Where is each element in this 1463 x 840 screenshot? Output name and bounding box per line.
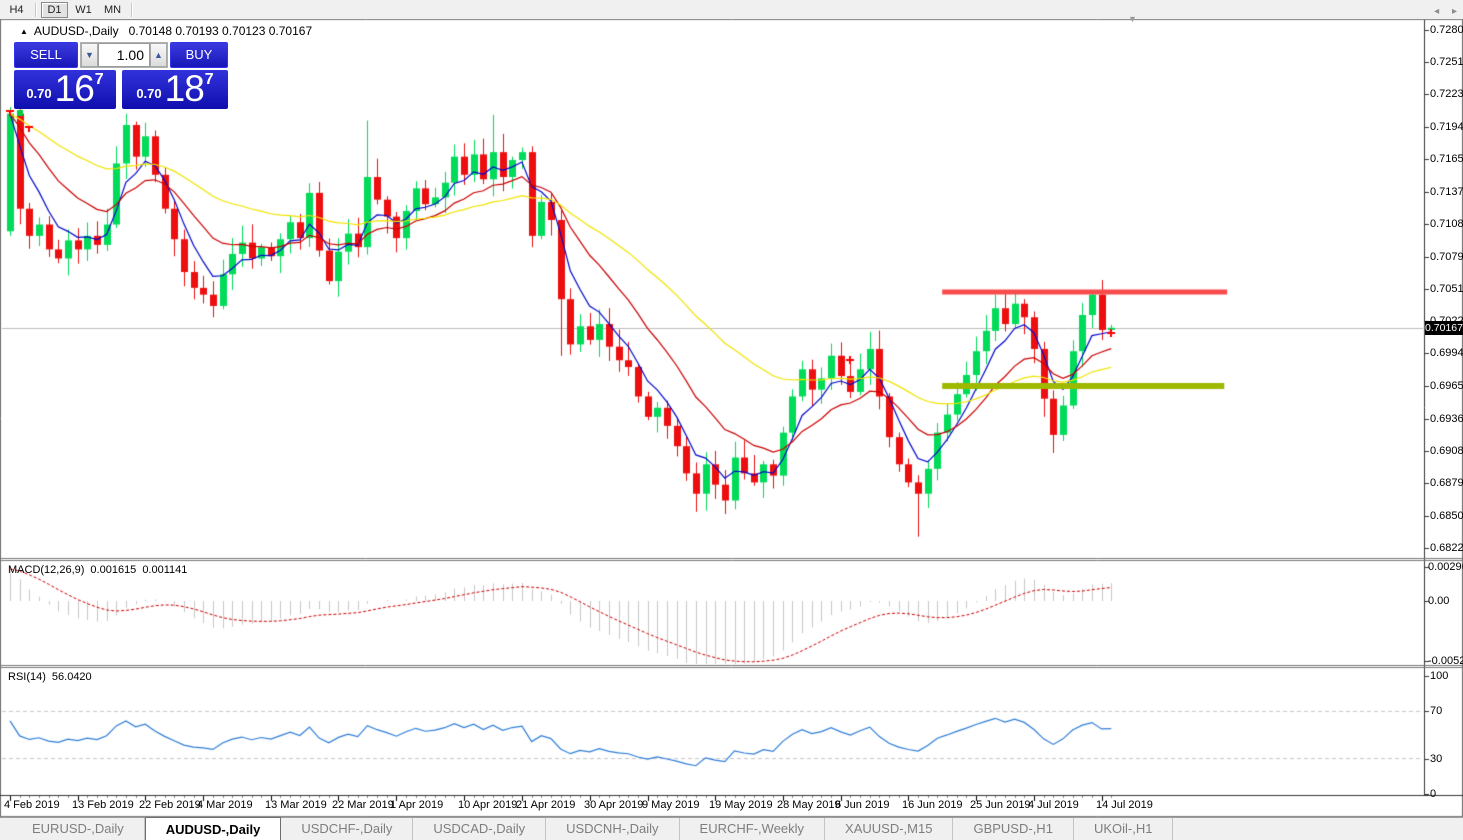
collapse-triangle-icon[interactable]: ▲ [20, 27, 28, 36]
time-axis-label: 21 Apr 2019 [516, 799, 575, 811]
tab-usdchf-daily[interactable]: USDCHF-,Daily [281, 818, 413, 840]
chart-tab-bar: EURUSD-,DailyAUDUSD-,DailyUSDCHF-,DailyU… [0, 817, 1463, 840]
price-axis-label: 0.72800 [1430, 24, 1463, 36]
toolbar-separator [35, 3, 36, 17]
timeframe-button-w1[interactable]: W1 [70, 2, 97, 18]
rsi-name: RSI(14) [8, 671, 46, 683]
tab-audusd-daily[interactable]: AUDUSD-,Daily [145, 817, 282, 840]
tab-usdcnh-daily[interactable]: USDCNH-,Daily [546, 818, 679, 840]
time-axis-label: 13 Mar 2019 [265, 799, 327, 811]
tab-eurchf-weekly[interactable]: EURCHF-,Weekly [680, 818, 826, 840]
volume-input[interactable] [98, 43, 150, 67]
time-axis-label: 30 Apr 2019 [584, 799, 643, 811]
macd-axis-label: -0.005255 [1428, 655, 1463, 667]
macd-signal-value: 0.001141 [142, 564, 187, 576]
price-axis-label: 0.71085 [1430, 218, 1463, 230]
volume-decrease-icon[interactable]: ▼ [81, 43, 98, 67]
price-axis-label: 0.71945 [1430, 121, 1463, 133]
rsi-axis-label: 30 [1430, 753, 1442, 765]
macd-name: MACD(12,26,9) [8, 564, 84, 576]
time-axis-label: 13 Feb 2019 [72, 799, 134, 811]
timeframe-button-d1[interactable]: D1 [41, 2, 68, 18]
rsi-axis-label: 0 [1430, 788, 1436, 800]
macd-main-value: 0.001615 [90, 564, 136, 576]
rsi-axis-label: 70 [1430, 705, 1442, 717]
time-axis-label: 10 Apr 2019 [458, 799, 517, 811]
price-axis-label: 0.71370 [1430, 186, 1463, 198]
timeframe-button-h4[interactable]: H4 [3, 2, 30, 18]
price-axis-label: 0.68220 [1430, 542, 1463, 554]
chart-canvas[interactable] [0, 0, 1463, 840]
sell-price-quote[interactable]: 0.70 16 7 [14, 70, 116, 109]
time-axis-label: 4 Jul 2019 [1028, 799, 1079, 811]
buy-price-prefix: 0.70 [136, 86, 161, 101]
price-axis-label: 0.72230 [1430, 88, 1463, 100]
price-axis-label: 0.71655 [1430, 153, 1463, 165]
tab-usdcad-daily[interactable]: USDCAD-,Daily [413, 818, 546, 840]
timeframe-toolbar: H4 D1 W1 MN [0, 0, 1463, 19]
chart-title: ▲ AUDUSD-,Daily 0.70148 0.70193 0.70123 0.… [20, 24, 312, 38]
rsi-panel-label: RSI(14) 56.0420 [8, 671, 92, 683]
timeframe-button-mn[interactable]: MN [99, 2, 126, 18]
time-axis-label: 4 Feb 2019 [4, 799, 60, 811]
time-axis-label: 16 Jun 2019 [902, 799, 963, 811]
macd-axis-label: 0.00 [1428, 595, 1449, 607]
buy-button[interactable]: BUY [170, 42, 228, 68]
price-axis-label: 0.70510 [1430, 283, 1463, 295]
chart-ohlc-values: 0.70148 0.70193 0.70123 0.70167 [129, 24, 313, 38]
price-axis-label: 0.69940 [1430, 347, 1463, 359]
rsi-value: 56.0420 [52, 671, 92, 683]
chart-symbol-label: AUDUSD-,Daily [34, 24, 119, 38]
time-axis-label: 22 Mar 2019 [332, 799, 394, 811]
time-axis-label: 25 Jun 2019 [970, 799, 1031, 811]
macd-panel-label: MACD(12,26,9) 0.001615 0.001141 [8, 564, 187, 576]
price-axis-label: 0.68795 [1430, 477, 1463, 489]
time-axis-label: 9 May 2019 [642, 799, 699, 811]
time-axis-label: 4 Mar 2019 [197, 799, 253, 811]
price-axis-label: 0.69080 [1430, 445, 1463, 457]
rsi-axis-label: 100 [1430, 670, 1448, 682]
tab-scroll-arrows: ◂ ▸ [1424, 6, 1457, 17]
current-price-tag: 0.70167 [1425, 321, 1463, 335]
time-axis-label: 6 Jun 2019 [835, 799, 889, 811]
time-axis-label: 19 May 2019 [709, 799, 773, 811]
tab-xauusd-m15[interactable]: XAUUSD-,M15 [825, 818, 953, 840]
sell-price-pip: 7 [95, 71, 104, 89]
price-axis-label: 0.69365 [1430, 413, 1463, 425]
price-axis-label: 0.69650 [1430, 380, 1463, 392]
toolbar-separator [131, 3, 132, 17]
tab-eurusd-daily[interactable]: EURUSD-,Daily [12, 818, 145, 840]
tab-gbpusd-h1[interactable]: GBPUSD-,H1 [953, 818, 1073, 840]
tab-scroll-left-icon[interactable]: ◂ [1434, 6, 1439, 17]
buy-price-pip: 7 [205, 71, 214, 89]
volume-increase-icon[interactable]: ▲ [150, 43, 167, 67]
sell-button[interactable]: SELL [14, 42, 78, 68]
time-axis-label: 28 May 2019 [777, 799, 841, 811]
sell-price-prefix: 0.70 [26, 86, 51, 101]
price-axis-label: 0.72515 [1430, 56, 1463, 68]
window-splitter-icon[interactable]: ▼ [1128, 14, 1137, 24]
time-axis-label: 1 Apr 2019 [390, 799, 443, 811]
time-axis-label: 14 Jul 2019 [1096, 799, 1153, 811]
buy-price-big: 18 [165, 71, 204, 107]
tab-scroll-right-icon[interactable]: ▸ [1452, 6, 1457, 17]
volume-stepper: ▼ ▲ [80, 42, 168, 68]
time-axis-label: 22 Feb 2019 [139, 799, 201, 811]
price-axis-label: 0.68505 [1430, 510, 1463, 522]
macd-axis-label: 0.002962 [1428, 561, 1463, 573]
buy-price-quote[interactable]: 0.70 18 7 [122, 70, 228, 109]
price-axis-label: 0.70795 [1430, 251, 1463, 263]
tab-ukoil-h1[interactable]: UKOil-,H1 [1074, 818, 1174, 840]
one-click-trade-widget: SELL ▼ ▲ BUY 0.70 16 7 0.70 18 7 [14, 42, 228, 109]
application-window: H4 D1 W1 MN ▲ AUDUSD-,Daily 0.70148 0.7019… [0, 0, 1463, 840]
sell-price-big: 16 [55, 71, 94, 107]
